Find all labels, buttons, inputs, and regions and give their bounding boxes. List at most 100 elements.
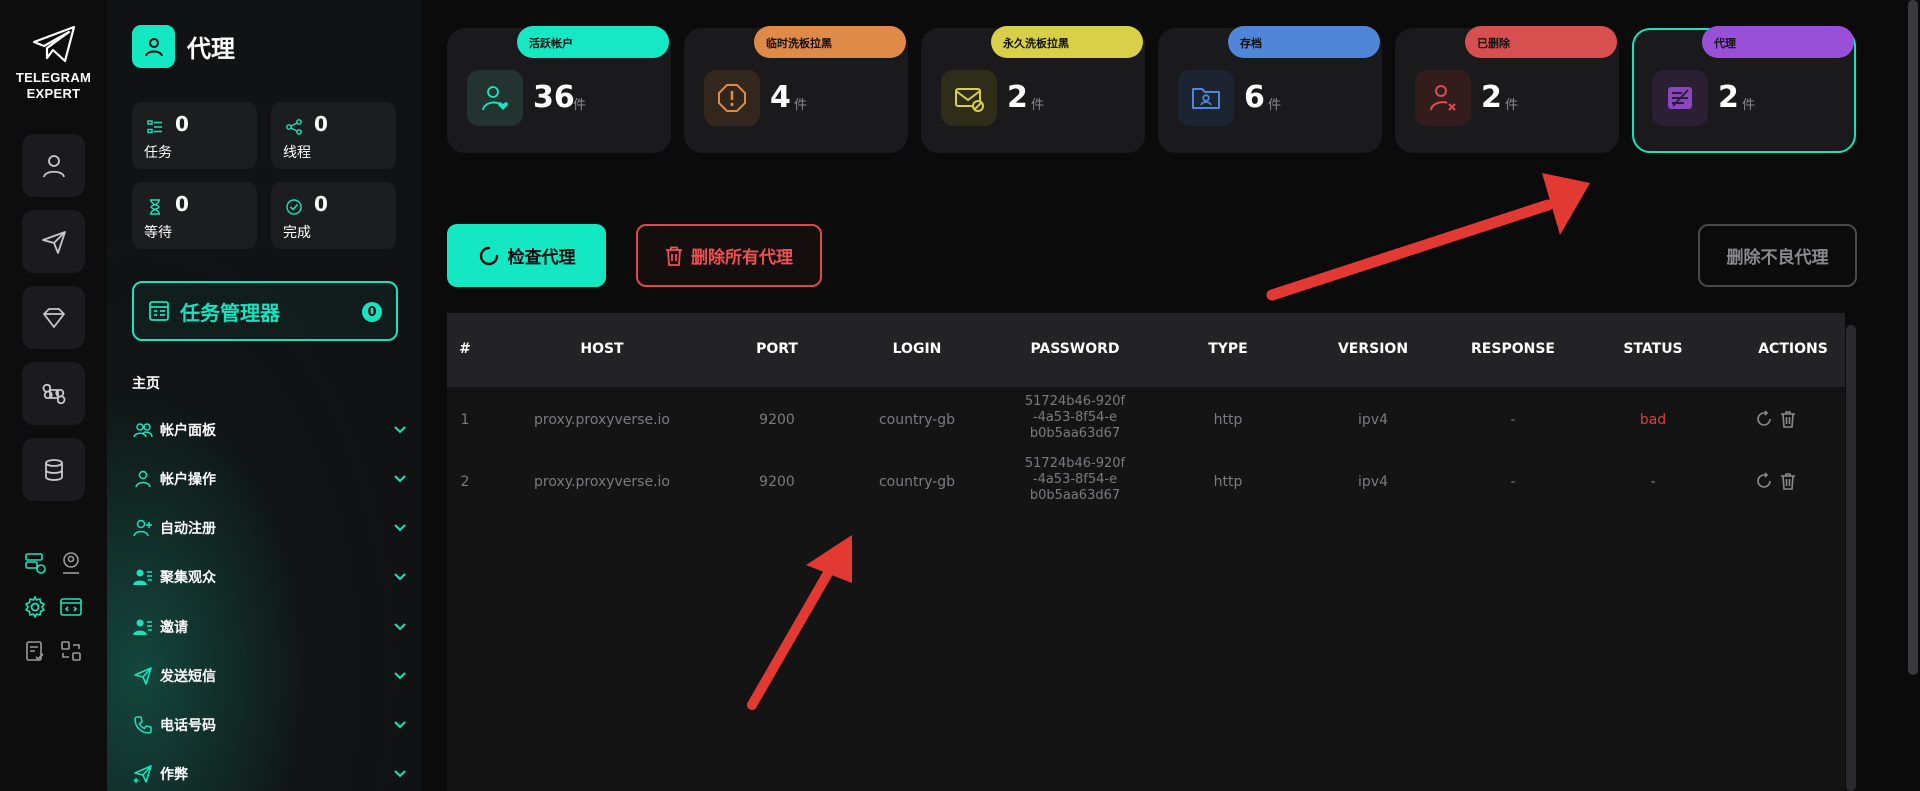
cell-port: 9200: [759, 474, 795, 490]
cell-type: http: [1213, 474, 1243, 490]
sidebar: 代理 0 任务 0 线程 0 等待 0 完成 任务管理器 0 主页 帐户面板 帐…: [107, 0, 422, 791]
col-header-port: PORT: [756, 341, 798, 357]
nav-section-home[interactable]: 主页: [132, 373, 160, 393]
card-proxies[interactable]: 代理 2 件: [1632, 26, 1856, 153]
delete-bad-proxies-label: 删除不良代理: [1726, 248, 1829, 268]
refresh-icon[interactable]: [1755, 472, 1773, 490]
card-temp-banned[interactable]: 临时洗板拉黑 4 件: [684, 26, 908, 153]
cell-response: -: [1510, 474, 1516, 490]
task-manager-count: 0: [362, 302, 382, 322]
rail-command-button[interactable]: [22, 362, 85, 425]
nav-item-phone-numbers[interactable]: 电话号码: [132, 710, 408, 740]
trash-icon: [666, 246, 682, 266]
table-row[interactable]: 1 proxy.proxyverse.io 9200 country-gb 51…: [447, 390, 1845, 452]
card-active-accounts[interactable]: 活跃帐户 36 件: [447, 26, 671, 153]
send-plus-icon: [133, 765, 152, 783]
cell-type: http: [1213, 412, 1243, 428]
sidebar-header: 代理: [132, 25, 235, 68]
user-icon: [135, 470, 151, 488]
cell-response: -: [1510, 412, 1516, 428]
cell-status: -: [1650, 474, 1656, 490]
stat-waiting: 0 等待: [132, 182, 257, 249]
card-tag: 永久洗板拉黑: [991, 26, 1143, 58]
rail-code-window-button[interactable]: [58, 594, 84, 620]
nav-item-account-actions[interactable]: 帐户操作: [132, 464, 408, 494]
delete-all-proxies-button[interactable]: 删除所有代理: [636, 224, 822, 287]
col-header-status: STATUS: [1623, 341, 1683, 357]
cell-password-line: -4a53-8f54-e: [1032, 472, 1118, 487]
chevron-down-icon: [394, 573, 406, 581]
check-proxies-button[interactable]: 检查代理: [447, 224, 606, 287]
cell-status: bad: [1639, 412, 1667, 428]
rail-user-location-button[interactable]: [58, 550, 84, 576]
annotation-arrow-upper: [1266, 173, 1590, 301]
card-perm-banned[interactable]: 永久洗板拉黑 2 件: [921, 26, 1145, 153]
stat-waiting-value: 0: [175, 192, 189, 216]
cell-password: 51724b46-920f -4a53-8f54-e b0b5aa63d67: [1005, 394, 1145, 442]
stat-tasks: 0 任务: [132, 102, 257, 169]
brand-line1: TELEGRAM: [15, 70, 92, 85]
col-header-password: PASSWORD: [1030, 341, 1120, 357]
nav-item-invite[interactable]: 邀请: [132, 612, 408, 642]
card-unit: 件: [1031, 98, 1045, 113]
delete-bad-proxies-button[interactable]: 删除不良代理: [1698, 224, 1857, 287]
user-list-icon: [133, 569, 152, 585]
users-icon: [133, 423, 153, 438]
brand-line2: EXPERT: [26, 86, 81, 101]
cell-host: proxy.proxyverse.io: [533, 474, 670, 490]
trash-icon[interactable]: [1779, 472, 1797, 490]
cell-index: 2: [460, 474, 470, 490]
page-scrollbar[interactable]: [1908, 0, 1918, 675]
nav-item-label: 帐户面板: [160, 423, 216, 439]
card-deleted[interactable]: 已删除 2 件: [1395, 26, 1619, 153]
user-remove-icon: [1415, 70, 1471, 126]
nav-item-gather-audience[interactable]: 聚集观众: [132, 562, 408, 592]
card-tag: 临时洗板拉黑: [754, 26, 906, 58]
nav-item-cheat[interactable]: 作弊: [132, 759, 408, 789]
rail-accounts-button[interactable]: [22, 134, 85, 197]
rail-database-button[interactable]: [22, 438, 85, 501]
rail-server-check-button[interactable]: [22, 550, 48, 576]
table-scrollbar[interactable]: [1846, 325, 1856, 791]
rail-tasklist-button[interactable]: [22, 638, 48, 664]
chevron-down-icon: [394, 524, 406, 532]
cell-version: ipv4: [1358, 412, 1388, 428]
rail-send-button[interactable]: [22, 210, 85, 273]
brand-logo[interactable]: TELEGRAM EXPERT: [0, 24, 107, 102]
user-list-icon: [133, 619, 152, 635]
card-archived[interactable]: 存档 6 件: [1158, 26, 1382, 153]
refresh-icon[interactable]: [1755, 410, 1773, 428]
mail-blocked-icon: [941, 70, 997, 126]
gear-icon: [25, 596, 45, 618]
proxy-user-icon: [132, 25, 175, 68]
nav-item-send-sms[interactable]: 发送短信: [132, 661, 408, 691]
stat-tasks-label: 任务: [144, 145, 172, 161]
proxy-server-icon: [1652, 70, 1708, 126]
stat-completed: 0 完成: [271, 182, 396, 249]
phone-icon: [134, 716, 152, 734]
send-icon: [134, 667, 152, 685]
telegram-logo-icon: [32, 25, 75, 63]
checklist-icon: [26, 641, 44, 661]
nav-item-account-panel[interactable]: 帐户面板: [132, 415, 408, 445]
hourglass-icon: [150, 199, 160, 215]
stat-threads-label: 线程: [283, 145, 311, 161]
card-unit: 件: [1268, 98, 1282, 113]
nav-item-auto-register[interactable]: 自动注册: [132, 513, 408, 543]
rail-settings-button[interactable]: [22, 594, 48, 620]
table-row[interactable]: 2 proxy.proxyverse.io 9200 country-gb 51…: [447, 452, 1845, 514]
folder-user-icon: [1178, 70, 1234, 126]
cell-password-line: -4a53-8f54-e: [1032, 410, 1118, 425]
stat-waiting-label: 等待: [144, 225, 172, 241]
proxy-table: # HOST PORT LOGIN PASSWORD TYPE VERSION …: [447, 313, 1845, 791]
rail-premium-button[interactable]: [22, 286, 85, 349]
cell-password-line: 51724b46-920f: [1024, 394, 1126, 409]
user-add-icon: [133, 519, 152, 537]
icon-rail: TELEGRAM EXPERT: [0, 0, 107, 791]
nav-item-label: 作弊: [160, 767, 188, 783]
server-check-icon: [25, 553, 46, 574]
trash-icon[interactable]: [1779, 410, 1797, 428]
col-header-index: #: [459, 341, 471, 357]
rail-swap-button[interactable]: [58, 638, 84, 664]
task-manager-button[interactable]: 任务管理器 0: [132, 281, 398, 341]
